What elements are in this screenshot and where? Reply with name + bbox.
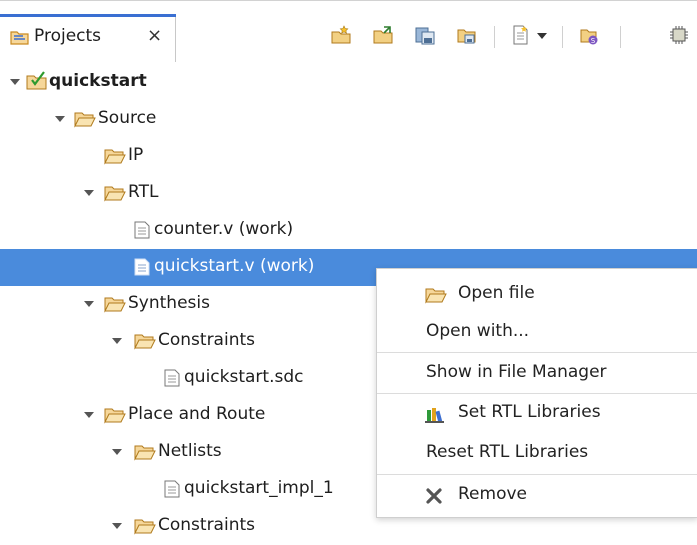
- tree-label-impl: quickstart_impl_1: [184, 478, 334, 498]
- toolbar-separator: [620, 26, 621, 48]
- new-project-icon[interactable]: [330, 24, 354, 48]
- projects-folder-icon: [10, 28, 30, 50]
- library-books-icon: [425, 405, 445, 427]
- menu-label-open-file: Open file: [458, 283, 535, 303]
- expand-arrow-icon[interactable]: [10, 79, 20, 85]
- tree-label-ip: IP: [128, 145, 144, 165]
- file-icon: [134, 221, 150, 243]
- tree-label-quickstart-v: quickstart.v (work): [154, 256, 315, 276]
- expand-arrow-icon[interactable]: [112, 449, 122, 455]
- menu-separator: [377, 474, 697, 475]
- save-project-icon[interactable]: [414, 24, 438, 48]
- tree-label-counter: counter.v (work): [154, 219, 294, 239]
- menu-label-set-rtl: Set RTL Libraries: [458, 402, 601, 422]
- tree-label-rtl: RTL: [128, 182, 159, 202]
- tree-label-sdc: quickstart.sdc: [184, 367, 304, 387]
- tab-close-button[interactable]: ×: [147, 25, 162, 46]
- file-icon: [164, 480, 180, 502]
- projects-panel-header: Projects × S: [0, 0, 697, 62]
- menu-item-set-rtl-libraries[interactable]: Set RTL Libraries: [377, 394, 697, 432]
- toolbar-separator: [562, 26, 563, 48]
- folder-open-icon: [425, 286, 447, 308]
- menu-label-reset-rtl: Reset RTL Libraries: [426, 442, 589, 462]
- menu-item-show-in-file-manager[interactable]: Show in File Manager: [377, 354, 697, 392]
- folder-open-icon: [104, 295, 126, 317]
- file-icon: [164, 369, 180, 391]
- tree-node-source[interactable]: Source: [0, 101, 697, 138]
- menu-label-show-in-fm: Show in File Manager: [426, 362, 607, 382]
- expand-arrow-icon[interactable]: [112, 338, 122, 344]
- tree-label-constraints-2: Constraints: [158, 515, 255, 535]
- folder-open-icon: [134, 443, 156, 465]
- project-check-icon: [26, 70, 48, 94]
- svg-text:S: S: [591, 37, 596, 45]
- tree-label-synthesis: Synthesis: [128, 293, 210, 313]
- tree-node-rtl[interactable]: RTL: [0, 175, 697, 212]
- expand-arrow-icon[interactable]: [84, 412, 94, 418]
- folder-open-icon: [134, 332, 156, 354]
- tree-node-counter[interactable]: counter.v (work): [0, 212, 697, 249]
- add-source-icon[interactable]: S: [578, 24, 602, 48]
- toolbar-separator: [494, 26, 495, 48]
- active-tab-indicator: [0, 14, 176, 17]
- tree-label-netlists: Netlists: [158, 441, 222, 461]
- menu-item-open-with[interactable]: Open with...: [377, 313, 697, 351]
- tree-node-ip[interactable]: IP: [0, 138, 697, 175]
- file-icon: [134, 258, 150, 280]
- tree-label-root: quickstart: [49, 71, 147, 91]
- menu-item-open-file[interactable]: Open file: [377, 275, 697, 313]
- tree-node-root[interactable]: quickstart: [0, 64, 697, 101]
- menu-item-reset-rtl-libraries[interactable]: Reset RTL Libraries: [377, 434, 697, 472]
- menu-label-open-with: Open with...: [426, 321, 530, 341]
- folder-open-icon: [104, 184, 126, 206]
- tree-label-constraints: Constraints: [158, 330, 255, 350]
- save-all-icon[interactable]: [456, 24, 480, 48]
- menu-separator: [377, 352, 697, 353]
- folder-open-icon: [104, 406, 126, 428]
- new-file-icon[interactable]: [510, 24, 534, 48]
- open-project-icon[interactable]: [372, 24, 396, 48]
- tree-label-source: Source: [98, 108, 157, 128]
- chevron-down-icon[interactable]: [537, 33, 547, 39]
- menu-item-remove[interactable]: Remove: [377, 476, 697, 514]
- tree-label-place-and-route: Place and Route: [128, 404, 266, 424]
- expand-arrow-icon[interactable]: [84, 301, 94, 307]
- menu-label-remove: Remove: [458, 484, 527, 504]
- chip-icon[interactable]: [668, 24, 692, 48]
- remove-x-icon: [425, 487, 443, 509]
- tab-projects-label: Projects: [34, 26, 102, 46]
- context-menu: Open file Open with... Show in File Mana…: [376, 268, 697, 518]
- expand-arrow-icon[interactable]: [55, 116, 65, 122]
- expand-arrow-icon[interactable]: [112, 523, 122, 529]
- expand-arrow-icon[interactable]: [84, 190, 94, 196]
- tab-projects[interactable]: Projects ×: [0, 14, 176, 62]
- header-top-border: [0, 0, 697, 1]
- folder-open-icon: [104, 147, 126, 169]
- folder-open-icon: [134, 517, 156, 539]
- folder-open-icon: [74, 110, 96, 132]
